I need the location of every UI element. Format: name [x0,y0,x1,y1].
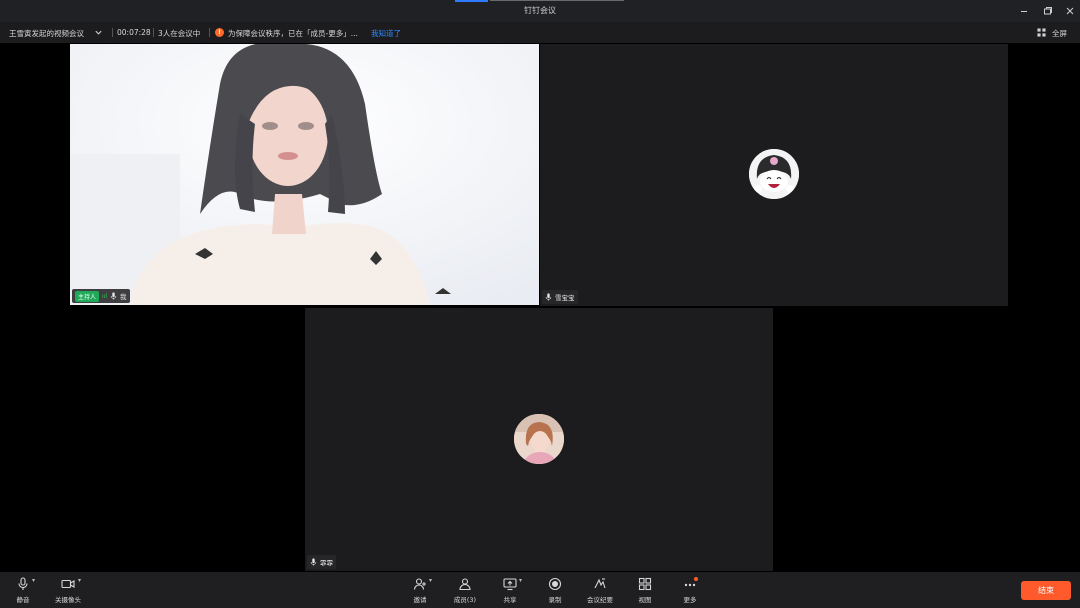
microphone-icon [545,293,552,301]
video-tile-self[interactable]: 主持人 ııl 我 [70,44,539,305]
camera-button[interactable]: 关摄像头 [48,577,88,604]
camera-label: 关摄像头 [55,596,81,604]
restore-icon [1044,7,1052,15]
mute-options-caret-icon[interactable]: ▾ [32,577,35,584]
meeting-timer: 00:07:28 [117,28,151,37]
warning-icon: ! [215,28,224,37]
camera-feed [70,44,539,305]
invite-label: 邀请 [413,596,427,604]
share-button[interactable]: 共享 [490,577,530,604]
window-title: 钉钉会议 [524,6,556,15]
video-tile-participant[interactable]: 雪宝宝 [540,44,1008,306]
restore-button[interactable] [1040,3,1056,19]
acknowledge-link[interactable]: 我知道了 [371,28,401,39]
participant-name: 霏霏 [320,559,333,567]
meeting-info-bar: 王雪寅发起的视频会议 00:07:28 3人在会议中 ! 为保障会议秩序，已在「… [0,22,1080,43]
avatar [749,149,799,199]
cartoon-avatar-icon [749,149,799,199]
fullscreen-icon[interactable] [1037,28,1046,37]
participant-name-tag: 霏霏 [307,555,336,569]
share-screen-icon [503,578,517,591]
divider [153,28,154,37]
camera-options-caret-icon[interactable]: ▾ [78,577,81,584]
more-button[interactable]: 更多 [670,577,710,604]
view-button[interactable]: 视图 [625,577,665,604]
minutes-label: 会议纪要 [587,596,613,604]
host-badge: 主持人 [75,290,100,302]
invite-options-caret-icon[interactable]: ▾ [429,577,432,584]
mute-button[interactable]: 静音 [3,577,43,604]
end-meeting-button[interactable]: 结束 [1021,581,1071,600]
mute-label: 静音 [16,596,30,604]
share-label: 共享 [503,596,517,604]
record-label: 录制 [548,596,562,604]
meeting-toolbar: 静音 ▾ 关摄像头 ▾ 邀请 ▾ 成员(3) 共享 ▾ 录制 会议纪要 视图 更… [0,572,1080,608]
microphone-icon [310,558,317,566]
video-tile-participant[interactable]: 霏霏 [305,308,773,571]
meeting-name[interactable]: 王雪寅发起的视频会议 [9,28,84,39]
signal-strength-icon: ııl [102,292,108,300]
title-accent-line [455,0,488,2]
minimize-icon [1021,11,1027,12]
members-button[interactable]: 成员(3) [445,577,485,604]
minimize-button[interactable] [1016,3,1032,19]
avatar [514,414,564,464]
fullscreen-label[interactable]: 全屏 [1052,28,1067,39]
minutes-button[interactable]: 会议纪要 [580,577,620,604]
microphone-icon [110,292,117,300]
title-bar: 钉钉会议 [0,0,1080,22]
microphone-icon [18,577,28,590]
participant-count: 3人在会议中 [158,29,201,38]
view-grid-icon [638,577,652,591]
divider [112,28,113,37]
photo-avatar-icon [514,414,564,464]
chevron-down-icon[interactable] [94,28,103,37]
record-icon [548,577,562,591]
view-label: 视图 [638,596,652,604]
participant-name-tag: 雪宝宝 [542,290,578,304]
invite-icon [413,578,426,590]
notification-dot [694,577,698,581]
members-label: 成员(3) [453,596,477,604]
invite-button[interactable]: 邀请 [400,577,440,604]
title-divider-line [490,0,624,1]
participant-name: 我 [120,293,127,301]
close-button[interactable] [1062,3,1078,19]
notice-text: 为保障会议秩序，已在「成员-更多」... [228,29,358,38]
record-button[interactable]: 录制 [535,577,575,604]
participant-name: 雪宝宝 [555,294,575,302]
close-icon [1066,7,1074,15]
members-icon [459,578,471,591]
more-label: 更多 [683,596,697,604]
participant-name-tag: 主持人 ııl 我 [72,289,130,303]
divider [209,28,210,37]
minutes-icon [594,578,606,589]
share-options-caret-icon[interactable]: ▾ [519,577,522,584]
camera-icon [61,579,75,589]
